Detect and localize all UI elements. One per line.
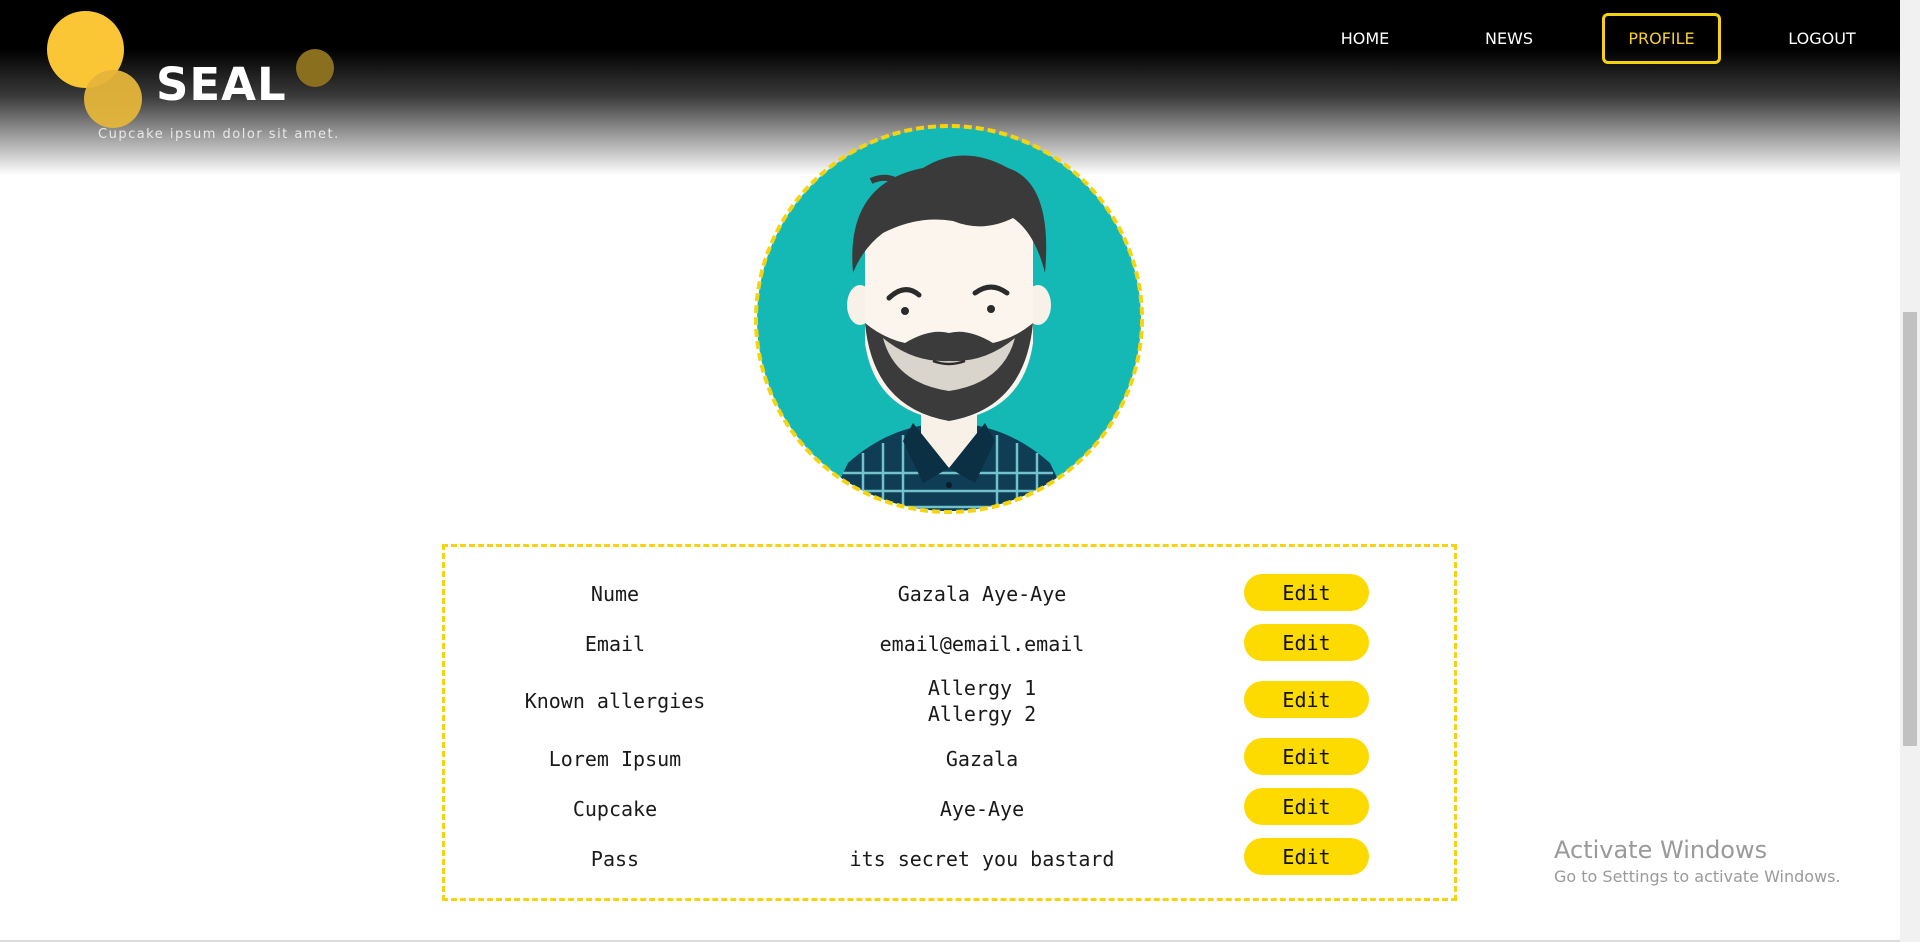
edit-cupcake-button[interactable]: Edit <box>1244 788 1369 825</box>
row-label: Known allergies <box>524 689 706 713</box>
row-label: Lorem Ipsum <box>548 747 682 771</box>
row-value: Gazala <box>945 747 1019 771</box>
main-nav: HOME NEWS PROFILE LOGOUT <box>0 13 1900 64</box>
nav-home-link[interactable]: HOME <box>1323 13 1407 64</box>
profile-avatar <box>754 124 1144 514</box>
edit-allergies-button[interactable]: Edit <box>1244 681 1369 718</box>
row-value: its secret you bastard <box>849 847 1115 871</box>
edit-pass-button[interactable]: Edit <box>1244 838 1369 875</box>
edit-name-button[interactable]: Edit <box>1244 574 1369 611</box>
nav-news-link[interactable]: NEWS <box>1467 13 1551 64</box>
watermark-title: Activate Windows <box>1554 836 1768 864</box>
row-value-line: Allergy 2 <box>927 702 1037 726</box>
nav-profile-link[interactable]: PROFILE <box>1602 13 1721 64</box>
row-label: Nume <box>590 582 640 606</box>
logo-circle-medium <box>84 70 142 128</box>
edit-email-button[interactable]: Edit <box>1244 624 1369 661</box>
activate-windows-watermark: Activate Windows Go to Settings to activ… <box>1554 834 1841 888</box>
site-tagline: Cupcake ipsum dolor sit amet. <box>98 127 340 142</box>
row-value-line: Allergy 1 <box>927 676 1037 700</box>
edit-lorem-ipsum-button[interactable]: Edit <box>1244 738 1369 775</box>
row-value: Gazala Aye-Aye <box>897 582 1067 606</box>
profile-details-card: Nume Gazala Aye-Aye Edit Email email@ema… <box>442 544 1457 901</box>
nav-logout-link[interactable]: LOGOUT <box>1779 13 1865 64</box>
site-logo[interactable]: SEAL <box>156 58 287 111</box>
page-scrollbar-thumb[interactable] <box>1903 312 1917 746</box>
row-value: email@email.email <box>879 632 1085 656</box>
row-value: Aye-Aye <box>939 797 1025 821</box>
row-label: Email <box>584 632 646 656</box>
row-label: Cupcake <box>572 797 658 821</box>
row-label: Pass <box>590 847 640 871</box>
watermark-subtitle: Go to Settings to activate Windows. <box>1554 867 1841 886</box>
